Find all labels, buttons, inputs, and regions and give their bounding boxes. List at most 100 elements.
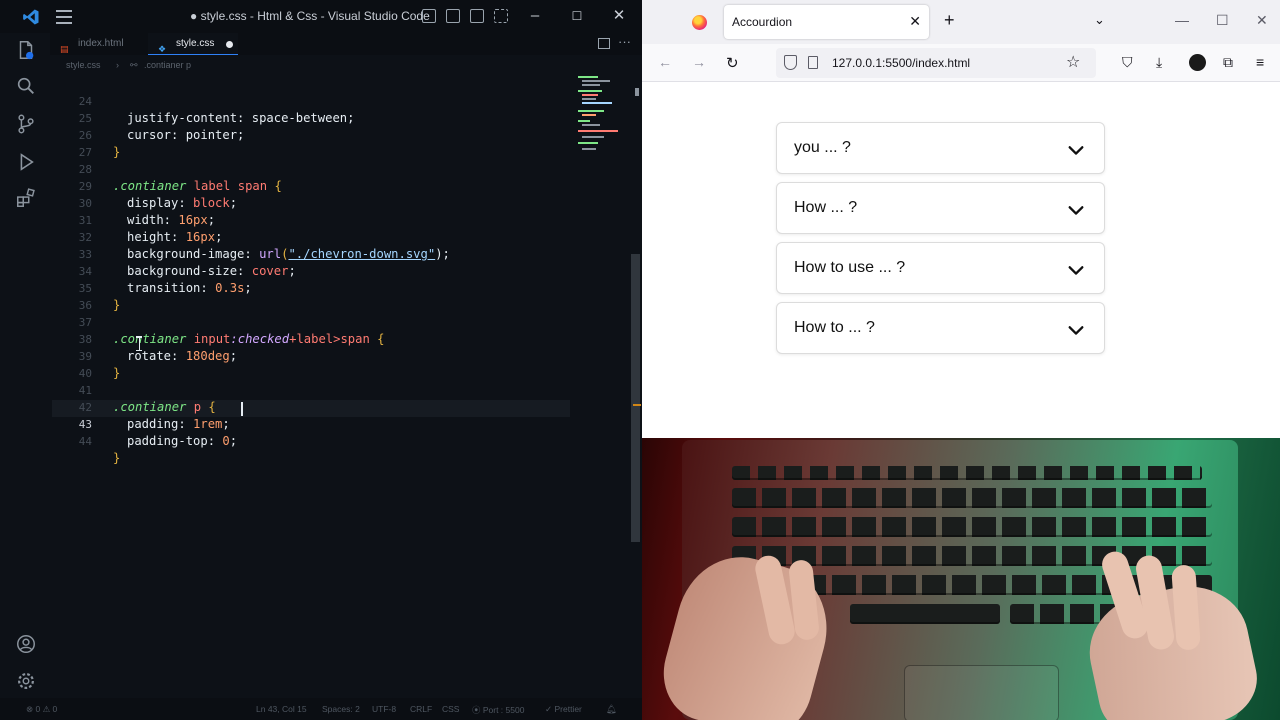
forward-icon[interactable]: → xyxy=(692,54,706,70)
code-line: 25 cursor: pointer; xyxy=(50,93,630,142)
accordion-item[interactable]: you ... ? xyxy=(776,122,1105,174)
breadcrumb-symbol[interactable]: .contianer p xyxy=(144,56,191,74)
account-icon[interactable] xyxy=(15,633,37,655)
browser-tab-bar: Accourdion ✕ + ⌄ — ☐ ✕ xyxy=(642,0,1280,44)
code-line: 28 .contianer label span { xyxy=(50,144,630,193)
toggle-sidebar-icon[interactable] xyxy=(422,9,436,23)
settings-gear-icon[interactable] xyxy=(15,670,37,692)
app-menu-icon[interactable]: ≡ xyxy=(1256,54,1264,70)
url-text[interactable]: 127.0.0.1:5500/index.html xyxy=(832,56,970,70)
back-icon[interactable]: ← xyxy=(658,54,672,70)
code-line: 37 .contianer input:checked+label>span { xyxy=(50,297,630,346)
toggle-panel-icon[interactable] xyxy=(446,9,460,23)
chevron-down-icon[interactable] xyxy=(1067,321,1085,339)
code-line: 30 width: 16px; xyxy=(50,178,630,227)
breadcrumb: style.css › ⚯ .contianer p xyxy=(50,56,642,74)
code-line: 36 xyxy=(50,280,630,312)
tab-label: index.html xyxy=(78,38,124,49)
code-line: 29 display: block; xyxy=(50,161,630,210)
language-mode[interactable]: CSS xyxy=(442,704,459,714)
minimap[interactable] xyxy=(574,74,630,164)
code-line: 24 justify-content: space-between; xyxy=(50,76,630,125)
reload-icon[interactable]: ↻ xyxy=(726,54,739,72)
bookmark-star-icon[interactable]: ☆ xyxy=(1066,52,1080,72)
split-editor-icon[interactable] xyxy=(598,38,610,49)
mouse-ibeam-cursor-icon xyxy=(136,336,145,351)
close-window-icon[interactable]: ✕ xyxy=(1256,12,1268,29)
url-bar[interactable]: 127.0.0.1:5500/index.html ☆ xyxy=(776,48,1096,78)
cursor-position[interactable]: Ln 43, Col 15 xyxy=(256,704,307,714)
maximize-icon[interactable]: ☐ xyxy=(1216,12,1229,29)
indentation[interactable]: Spaces: 2 xyxy=(322,704,360,714)
code-line: 32 background-image: url("./chevron-down… xyxy=(50,212,630,261)
notifications-bell-icon[interactable]: 🔔︎ xyxy=(606,704,617,715)
code-line: 42 padding: 1rem; xyxy=(50,382,630,431)
code-line-current: 43 padding-top: 0; xyxy=(50,399,630,448)
source-control-icon[interactable] xyxy=(15,113,37,135)
menu-icon[interactable] xyxy=(56,10,72,24)
space-bar xyxy=(850,604,1000,624)
extensions-puzzle-icon[interactable]: ⧉ xyxy=(1223,54,1233,71)
vscode-titlebar: ● style.css - Html & Css - Visual Studio… xyxy=(0,0,642,33)
code-editor[interactable]: 24 justify-content: space-between; 25 cu… xyxy=(50,74,630,698)
breadcrumb-selector-icon: ⚯ xyxy=(130,60,138,70)
code-line: 34 transition: 0.3s; xyxy=(50,246,630,295)
window-title: ● style.css - Html & Css - Visual Studio… xyxy=(190,9,430,23)
chevron-down-icon[interactable] xyxy=(1067,141,1085,159)
list-all-tabs-icon[interactable]: ⌄ xyxy=(1094,12,1105,28)
breadcrumb-separator: › xyxy=(116,60,119,70)
vscode-window: ● style.css - Html & Css - Visual Studio… xyxy=(0,0,642,720)
maximize-icon[interactable]: ☐ xyxy=(566,6,588,26)
explorer-icon[interactable] xyxy=(15,39,37,61)
accordion-item[interactable]: How to ... ? xyxy=(776,302,1105,354)
breadcrumb-file[interactable]: style.css xyxy=(66,56,101,74)
account-avatar[interactable] xyxy=(1189,54,1206,71)
new-tab-icon[interactable]: + xyxy=(944,10,955,31)
accordion-question: How ... ? xyxy=(794,199,858,216)
vscode-logo-icon xyxy=(23,9,39,25)
close-tab-icon[interactable]: ✕ xyxy=(909,13,921,30)
webcam-keyboard-video xyxy=(642,438,1280,720)
prettier-status[interactable]: ✓ Prettier xyxy=(545,704,582,715)
chevron-down-icon[interactable] xyxy=(1067,261,1085,279)
chevron-down-icon[interactable] xyxy=(1067,201,1085,219)
status-bar: ⊗ 0 ⚠ 0 Ln 43, Col 15 Spaces: 2 UTF-8 CR… xyxy=(0,698,642,720)
downloads-icon[interactable]: ⤓ xyxy=(1156,54,1162,71)
pocket-icon[interactable]: ⛉ xyxy=(1122,54,1133,71)
encoding[interactable]: UTF-8 xyxy=(372,704,396,714)
browser-tab[interactable]: Accourdion ✕ xyxy=(724,5,929,39)
tracking-protection-shield-icon[interactable] xyxy=(784,55,797,70)
live-server-port[interactable]: ⦿ Port : 5500 xyxy=(472,704,524,716)
code-line: 39 } xyxy=(50,331,630,380)
page-info-icon[interactable] xyxy=(808,56,818,69)
cursor-position-marker xyxy=(633,404,641,406)
tab-style-css[interactable]: ❖ style.css xyxy=(148,33,238,55)
right-hand xyxy=(1079,574,1265,720)
run-debug-icon[interactable] xyxy=(15,151,37,173)
code-line: 44 } xyxy=(50,416,630,465)
end-of-line[interactable]: CRLF xyxy=(410,704,432,714)
code-line: 41 .contianer p { xyxy=(50,365,630,414)
minimize-icon[interactable]: – xyxy=(524,6,546,26)
firefox-window: Accourdion ✕ + ⌄ — ☐ ✕ ← → ↻ 127.0.0.1:5… xyxy=(642,0,1280,438)
code-line: 38 rotate: 180deg; xyxy=(50,314,630,363)
function-key-row xyxy=(732,466,1202,480)
laptop-keyboard xyxy=(652,440,1265,720)
more-actions-icon[interactable]: ··· xyxy=(618,34,631,49)
problems-indicator[interactable]: ⊗ 0 ⚠ 0 xyxy=(26,704,57,715)
browser-tab-title: Accourdion xyxy=(732,15,793,29)
minimize-icon[interactable]: — xyxy=(1175,12,1189,28)
tab-index-html[interactable]: ▤ index.html xyxy=(50,33,148,55)
accordion-item[interactable]: How to use ... ? xyxy=(776,242,1105,294)
customize-layout-icon[interactable] xyxy=(494,9,508,23)
code-line: 31 height: 16px; xyxy=(50,195,630,244)
search-icon[interactable] xyxy=(15,75,37,97)
toggle-secondary-sidebar-icon[interactable] xyxy=(470,9,484,23)
close-icon[interactable]: ✕ xyxy=(608,6,630,26)
firefox-logo-icon xyxy=(692,15,707,30)
accordion-item[interactable]: How ... ? xyxy=(776,182,1105,234)
unsaved-dot-icon[interactable] xyxy=(226,41,233,48)
code-line: 26 } xyxy=(50,110,630,159)
extensions-icon[interactable] xyxy=(15,187,37,209)
editor-scrollbar[interactable] xyxy=(631,254,640,542)
